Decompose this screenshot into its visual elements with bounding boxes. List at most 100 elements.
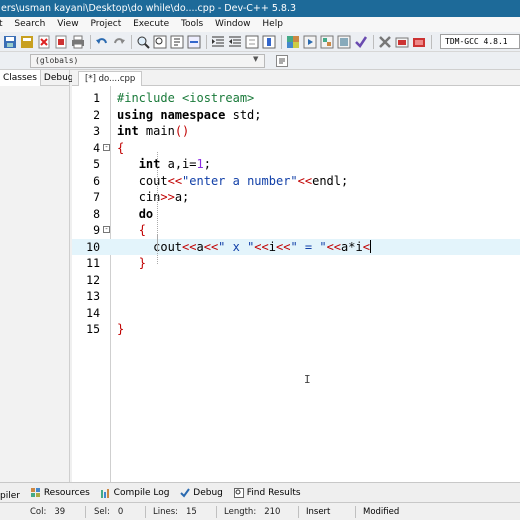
code-editor[interactable]: 1 #include <iostream> 2 using namespace st… — [72, 86, 520, 482]
indent-icon[interactable] — [211, 35, 225, 49]
text-caret — [369, 239, 371, 253]
code-area[interactable]: 1 #include <iostream> 2 using namespace st… — [72, 90, 520, 338]
menu-view[interactable]: View — [57, 17, 78, 32]
status-divider — [355, 506, 356, 518]
toolbar-separator — [90, 34, 91, 49]
menu-execute[interactable]: Execute — [133, 17, 169, 32]
status-length: Length: 210 — [224, 507, 281, 517]
code-token: << — [275, 239, 291, 254]
code-line[interactable]: 12 — [72, 272, 520, 289]
bookmark-icon[interactable] — [262, 35, 276, 49]
tab-classes[interactable]: Classes — [0, 70, 41, 86]
compile-icon[interactable] — [286, 35, 300, 49]
code-line[interactable]: 1 #include <iostream> — [72, 90, 520, 107]
function-list-icon[interactable] — [276, 55, 288, 67]
status-sel: Sel: 0 — [94, 507, 124, 517]
code-token: a,i= — [160, 157, 197, 171]
toggle-comment-icon[interactable] — [245, 35, 259, 49]
code-token: " = " — [290, 239, 327, 254]
code-line[interactable]: 9- { — [72, 222, 520, 239]
code-token: << — [254, 239, 269, 254]
class-browser-toolbar: (globals) ▼ — [0, 52, 520, 70]
tab-compile-log[interactable]: Compile Log — [100, 483, 169, 502]
code-line[interactable]: 6 cout<<"enter a number"<<endl; — [72, 173, 520, 190]
menu-window[interactable]: Window — [215, 17, 251, 32]
code-token: using namespace — [117, 107, 226, 122]
save-all-icon[interactable] — [20, 35, 34, 49]
replace-icon[interactable] — [153, 35, 167, 49]
debug-icon[interactable] — [395, 35, 409, 49]
dev-cpp-window: ers\usman kayani\Desktop\do while\do....… — [0, 0, 520, 520]
mouse-ibeam-cursor-icon: I — [304, 373, 311, 386]
code-token: { — [138, 223, 146, 237]
line-number: 10 — [86, 239, 100, 254]
toolbar-separator — [281, 34, 282, 49]
unindent-icon[interactable] — [228, 35, 242, 49]
fold-toggle-icon[interactable]: - — [103, 143, 110, 151]
code-token: << — [203, 239, 219, 254]
profile-icon[interactable] — [412, 35, 426, 49]
compiler-select[interactable]: TDM-GCC 4.8.1 — [440, 34, 520, 49]
tab-find-results[interactable]: Find Results — [233, 483, 301, 502]
main-toolbar: TDM-GCC 4.8.1 — [0, 32, 520, 52]
code-token: { — [117, 140, 125, 155]
tab-compiler[interactable]: piler — [0, 486, 20, 502]
menu-file[interactable]: t — [0, 17, 3, 32]
code-token: #include <iostream> — [117, 91, 255, 105]
close-file-icon[interactable] — [37, 35, 51, 49]
code-line-active[interactable]: 10 cout<<a<<" x "<<i<<" = "<<a*i< — [72, 238, 520, 255]
panel-tabs: Classes Debug — [0, 70, 74, 86]
code-token: cout — [138, 173, 168, 188]
code-line[interactable]: 14 — [72, 305, 520, 322]
code-line[interactable]: 3 int main() — [72, 123, 520, 140]
stop-execution-icon[interactable] — [378, 35, 392, 49]
code-token: std; — [225, 107, 262, 122]
find-results-icon — [233, 488, 244, 498]
scope-select[interactable]: (globals) — [30, 54, 265, 68]
close-all-icon[interactable] — [54, 35, 68, 49]
code-line[interactable]: 7 cin>>a; — [72, 189, 520, 206]
code-line[interactable]: 2 using namespace std; — [72, 107, 520, 124]
menu-tools[interactable]: Tools — [181, 17, 203, 32]
menu-search[interactable]: Search — [14, 17, 45, 32]
find-next-icon[interactable] — [170, 35, 184, 49]
fold-toggle-icon[interactable]: - — [103, 226, 110, 233]
compile-log-icon — [100, 489, 109, 498]
undo-icon[interactable] — [95, 35, 109, 49]
line-number: 1 — [93, 91, 100, 105]
code-line[interactable]: 11 } — [72, 255, 520, 272]
find-icon[interactable] — [136, 35, 150, 49]
menu-help[interactable]: Help — [262, 17, 283, 32]
code-line[interactable]: 5 int a,i=1; — [72, 156, 520, 173]
toolbar-separator — [431, 34, 432, 49]
rebuild-icon[interactable] — [337, 35, 351, 49]
chevron-down-icon[interactable]: ▼ — [253, 55, 258, 63]
menu-project[interactable]: Project — [90, 17, 121, 32]
code-line[interactable]: 8 do — [72, 206, 520, 223]
check-syntax-icon[interactable] — [354, 35, 368, 49]
menu-bar: t Search View Project Execute Tools Wind… — [0, 17, 520, 32]
tab-resources[interactable]: Resources — [30, 483, 90, 502]
file-tab[interactable]: [*] do....cpp — [78, 71, 143, 86]
code-line[interactable]: 15} — [72, 321, 520, 338]
goto-line-icon[interactable] — [187, 35, 201, 49]
code-line[interactable]: 4-{ — [72, 140, 520, 157]
line-number: 4 — [93, 140, 100, 155]
code-line[interactable]: 13 — [72, 288, 520, 305]
save-icon[interactable] — [3, 35, 17, 49]
code-token: 1 — [196, 157, 204, 171]
print-icon[interactable] — [71, 35, 85, 49]
tab-debug-output[interactable]: Debug — [180, 483, 223, 502]
compile-run-icon[interactable] — [320, 35, 334, 49]
line-number: 15 — [86, 322, 100, 336]
run-icon[interactable] — [303, 35, 317, 49]
project-panel: Classes Debug — [0, 70, 74, 482]
code-token: do — [138, 206, 154, 221]
code-token: a; — [174, 190, 190, 204]
line-number: 13 — [86, 289, 100, 303]
status-divider — [145, 506, 146, 518]
code-token: << — [326, 239, 342, 254]
status-divider — [216, 506, 217, 518]
code-token: << — [297, 173, 313, 188]
redo-icon[interactable] — [112, 35, 126, 49]
